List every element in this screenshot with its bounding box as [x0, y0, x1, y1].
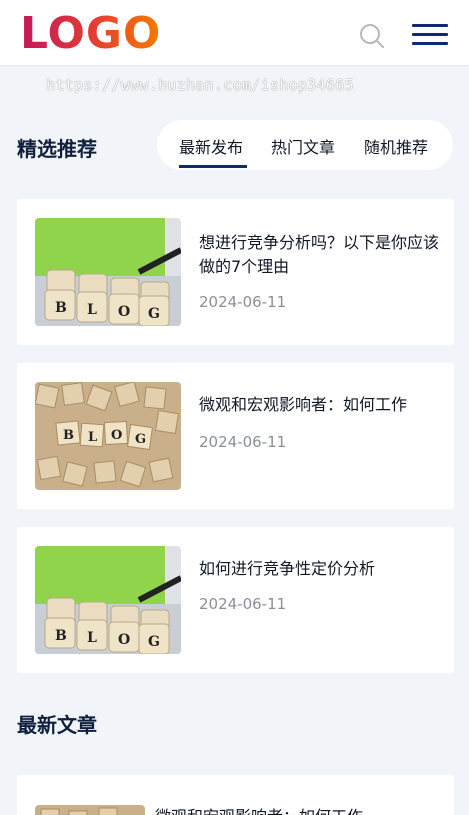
tab-popular[interactable]: 热门文章 — [271, 134, 335, 158]
article-date: 2024-06-11 — [199, 433, 287, 451]
article-card[interactable]: B L O G 微观和宏观影响者：如何工作 2024-06-11 — [17, 363, 454, 509]
article-date: 2024-06-11 — [199, 595, 287, 613]
article-title[interactable]: 想进行竞争分析吗？以下是你应该做的7个理由 — [199, 231, 439, 279]
article-thumbnail[interactable]: B L O G — [35, 546, 181, 654]
article-thumbnail[interactable] — [35, 805, 145, 815]
svg-text:G: G — [148, 634, 160, 650]
svg-text:L: L — [88, 430, 97, 445]
svg-text:L: L — [87, 302, 97, 318]
watermark-url: https://www.huzhan.com/ishop34665 — [46, 76, 354, 94]
article-thumbnail[interactable]: B L O G — [35, 218, 181, 326]
hamburger-menu-icon[interactable] — [412, 20, 450, 50]
search-icon[interactable] — [358, 22, 386, 50]
article-title[interactable]: 微观和宏观影响者：如何工作 — [199, 393, 439, 417]
svg-text:B: B — [55, 300, 67, 316]
site-logo[interactable]: LOGO — [20, 8, 161, 60]
latest-section-title: 最新文章 — [17, 713, 97, 737]
svg-text:G: G — [148, 306, 160, 322]
tab-random[interactable]: 随机推荐 — [364, 134, 428, 158]
svg-text:O: O — [111, 428, 122, 443]
svg-text:O: O — [118, 632, 130, 648]
featured-section-title: 精选推荐 — [17, 137, 97, 161]
active-tab-indicator — [179, 165, 247, 168]
article-date: 2024-06-11 — [199, 293, 287, 311]
article-thumbnail[interactable]: B L O G — [35, 382, 181, 490]
svg-text:B: B — [63, 428, 74, 443]
tab-latest[interactable]: 最新发布 — [179, 134, 243, 158]
latest-article-card[interactable]: 微观和宏观影响者：如何工作 — [17, 775, 454, 815]
article-title[interactable]: 如何进行竞争性定价分析 — [199, 557, 439, 581]
article-card[interactable]: B L O G 如何进行竞争性定价分析 2024-06-11 — [17, 527, 454, 673]
featured-tabs: 最新发布 热门文章 随机推荐 — [157, 120, 453, 170]
svg-text:L: L — [87, 630, 97, 646]
svg-text:O: O — [118, 304, 130, 320]
article-title[interactable]: 微观和宏观影响者：如何工作 — [155, 805, 395, 815]
svg-text:G: G — [135, 432, 146, 447]
site-header: LOGO — [0, 0, 469, 66]
article-card[interactable]: B L O G 想进行竞争分析吗？以下是你应该做的7个理由 2024-06-11 — [17, 199, 454, 345]
svg-text:B: B — [55, 628, 67, 644]
